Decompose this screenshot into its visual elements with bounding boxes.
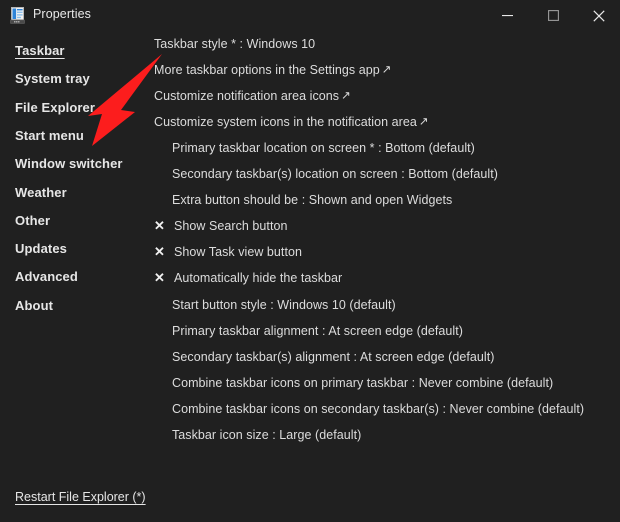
external-link-arrow-icon: ↗: [381, 64, 392, 77]
external-link-arrow-icon: ↗: [341, 90, 351, 103]
sidebar-item-weather[interactable]: Weather: [15, 185, 67, 200]
sidebar-item-label: Start menu: [15, 127, 84, 143]
sidebar-item-label: Advanced: [15, 269, 78, 285]
setting-row-secondary-taskbar-s-location-on-screen-bottom-de[interactable]: Secondary taskbar(s) location on screen …: [172, 167, 498, 181]
sidebar-item-taskbar[interactable]: Taskbar: [15, 43, 65, 58]
properties-window: Properties Taskbar System tray File Explor…: [0, 0, 620, 522]
setting-row-more-taskbar-options-in-the-settings-app[interactable]: More taskbar options in the Settings app…: [154, 63, 391, 77]
setting-row-primary-taskbar-alignment-at-screen-edge-default[interactable]: Primary taskbar alignment : At screen ed…: [172, 324, 463, 338]
setting-row-combine-taskbar-icons-on-primary-taskbar-never-c[interactable]: Combine taskbar icons on primary taskbar…: [172, 376, 553, 390]
sidebar-item-advanced[interactable]: Advanced: [15, 269, 78, 284]
checkbox-cross-icon: ✕: [154, 270, 165, 286]
setting-row-automatically-hide-the-taskbar[interactable]: ✕ Automatically hide the taskbar: [154, 270, 343, 286]
setting-label: Primary taskbar location on screen * : B…: [172, 141, 475, 156]
setting-label: Customize system icons in the notificati…: [154, 115, 417, 130]
sidebar-item-file-explorer[interactable]: File Explorer: [15, 100, 95, 115]
setting-row-combine-taskbar-icons-on-secondary-taskbar-s-nev[interactable]: Combine taskbar icons on secondary taskb…: [172, 402, 584, 416]
setting-label: Secondary taskbar(s) location on screen …: [172, 167, 498, 182]
maximize-button[interactable]: [530, 0, 576, 31]
setting-row-customize-notification-area-icons[interactable]: Customize notification area icons ↗: [154, 89, 351, 103]
restart-file-explorer-link[interactable]: Restart File Explorer (*): [15, 490, 146, 504]
sidebar-item-label: About: [15, 297, 54, 313]
sidebar-item-label: File Explorer: [15, 99, 96, 115]
setting-label: Show Search button: [174, 219, 288, 234]
setting-row-primary-taskbar-location-on-screen-bottom-defaul[interactable]: Primary taskbar location on screen * : B…: [172, 141, 475, 155]
sidebar-item-label: Taskbar: [15, 43, 65, 58]
setting-label: Automatically hide the taskbar: [174, 271, 343, 286]
setting-label: Extra button should be : Shown and open …: [172, 193, 453, 208]
setting-label: More taskbar options in the Settings app: [154, 63, 380, 78]
minimize-button[interactable]: [484, 0, 530, 31]
sidebar-item-other[interactable]: Other: [15, 213, 50, 228]
sidebar-item-about[interactable]: About: [15, 298, 53, 313]
setting-label: Taskbar style * : Windows 10: [154, 37, 316, 51]
sidebar-item-label: Updates: [15, 241, 67, 257]
setting-row-extra-button-should-be-shown-and-open-widgets[interactable]: Extra button should be : Shown and open …: [172, 193, 452, 207]
sidebar-item-label: System tray: [15, 71, 90, 87]
setting-label: Customize notification area icons: [154, 89, 340, 104]
close-icon: [593, 9, 605, 22]
minimize-icon: [501, 15, 513, 17]
sidebar-item-label: Other: [15, 212, 51, 228]
checkbox-cross-icon: ✕: [154, 218, 165, 234]
setting-row-show-task-view-button[interactable]: ✕ Show Task view button: [154, 244, 302, 260]
setting-label: Combine taskbar icons on primary taskbar…: [172, 375, 554, 390]
maximize-icon: [547, 10, 559, 21]
setting-row-customize-system-icons-in-the-notification-area[interactable]: Customize system icons in the notificati…: [154, 115, 429, 129]
external-link-arrow-icon: ↗: [418, 116, 429, 129]
settings-panel: Taskbar style * : Windows 10 More taskbar…: [150, 31, 620, 522]
setting-label: Show Task view button: [174, 245, 302, 260]
sidebar-item-window-switcher[interactable]: Window switcher: [15, 156, 123, 171]
sidebar-item-start-menu[interactable]: Start menu: [15, 128, 84, 143]
sidebar-item-updates[interactable]: Updates: [15, 241, 67, 256]
setting-label: Combine taskbar icons on secondary taskb…: [172, 401, 585, 416]
checkbox-cross-icon: ✕: [154, 244, 165, 260]
window-title: Properties: [33, 7, 91, 21]
setting-label: Primary taskbar alignment : At screen ed…: [172, 323, 463, 338]
setting-row-show-search-button[interactable]: ✕ Show Search button: [154, 218, 288, 234]
taskbar-properties-icon: [10, 7, 27, 24]
setting-label: Start button style : Windows 10 (default…: [172, 297, 396, 312]
sidebar-item-label: Window switcher: [15, 156, 123, 172]
sidebar: Taskbar System tray File Explorer Start men…: [0, 31, 150, 522]
setting-label: Secondary taskbar(s) alignment : At scre…: [172, 349, 495, 364]
sidebar-item-label: Weather: [15, 184, 67, 200]
sidebar-item-system-tray[interactable]: System tray: [15, 71, 90, 86]
setting-label: Taskbar icon size : Large (default): [172, 427, 362, 442]
setting-row-start-button-style-windows-10-default[interactable]: Start button style : Windows 10 (default…: [172, 298, 396, 312]
setting-row-taskbar-style-windows-10[interactable]: Taskbar style * : Windows 10: [154, 37, 315, 51]
setting-row-secondary-taskbar-s-alignment-at-screen-edge-def[interactable]: Secondary taskbar(s) alignment : At scre…: [172, 350, 494, 364]
setting-row-taskbar-icon-size-large-default[interactable]: Taskbar icon size : Large (default): [172, 428, 361, 442]
title-bar[interactable]: Properties: [0, 0, 620, 31]
close-button[interactable]: [576, 0, 620, 31]
